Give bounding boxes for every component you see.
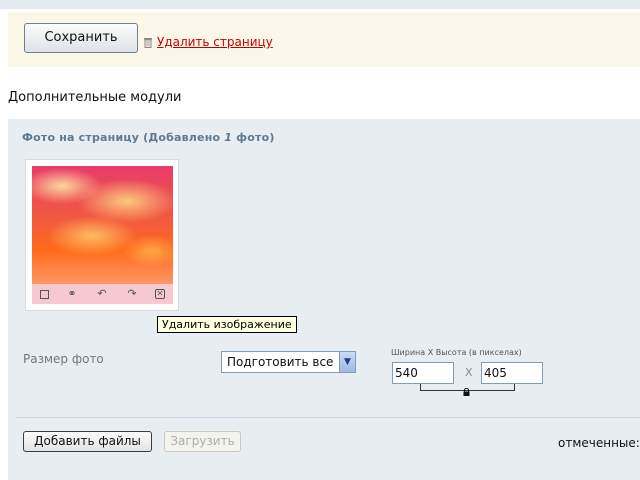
chevron-down-icon[interactable]: ▼ (339, 352, 355, 372)
panel-title: Фото на страницу (Добавлено 1 фото) (22, 131, 275, 144)
width-input[interactable] (392, 362, 454, 384)
photo-size-label: Размер фото (23, 352, 104, 366)
dimension-separator: X (465, 366, 473, 379)
delete-image-icon[interactable]: ✕ (155, 289, 165, 299)
photo-size-select[interactable]: Подготовить все ▼ (221, 351, 356, 373)
photo-count: 1 (224, 131, 233, 144)
save-bar: Сохранить Удалить страницу (8, 12, 640, 67)
photo-thumbnail[interactable] (32, 166, 173, 286)
photo-size-select-value: Подготовить все (227, 355, 334, 369)
lock-icon[interactable] (463, 388, 470, 396)
add-files-button[interactable]: Добавить файлы (23, 431, 152, 452)
photo-tools: ⚭ ↶ ↷ ✕ (32, 284, 173, 304)
divider (16, 417, 640, 418)
photo-thumbnail-card: ⚭ ↶ ↷ ✕ (25, 159, 179, 311)
marked-label: отмеченные: (558, 436, 640, 450)
rotate-right-icon[interactable]: ↷ (125, 287, 139, 301)
delete-image-tooltip: Удалить изображение (157, 316, 297, 333)
select-checkbox-icon[interactable] (40, 289, 49, 299)
height-input[interactable] (481, 362, 543, 384)
section-title: Дополнительные модули (8, 90, 182, 105)
delete-page-link[interactable]: Удалить страницу (157, 35, 273, 49)
top-bar (0, 0, 640, 9)
link-icon[interactable]: ⚭ (65, 287, 79, 301)
save-button[interactable]: Сохранить (24, 23, 138, 53)
trash-icon[interactable] (143, 37, 153, 48)
dimensions-label: Ширина X Высота (в пикселах) (391, 348, 522, 357)
photo-panel: Фото на страницу (Добавлено 1 фото) ⚭ ↶ … (8, 119, 640, 480)
upload-button[interactable]: Загрузить (164, 431, 241, 452)
rotate-left-icon[interactable]: ↶ (95, 287, 109, 301)
